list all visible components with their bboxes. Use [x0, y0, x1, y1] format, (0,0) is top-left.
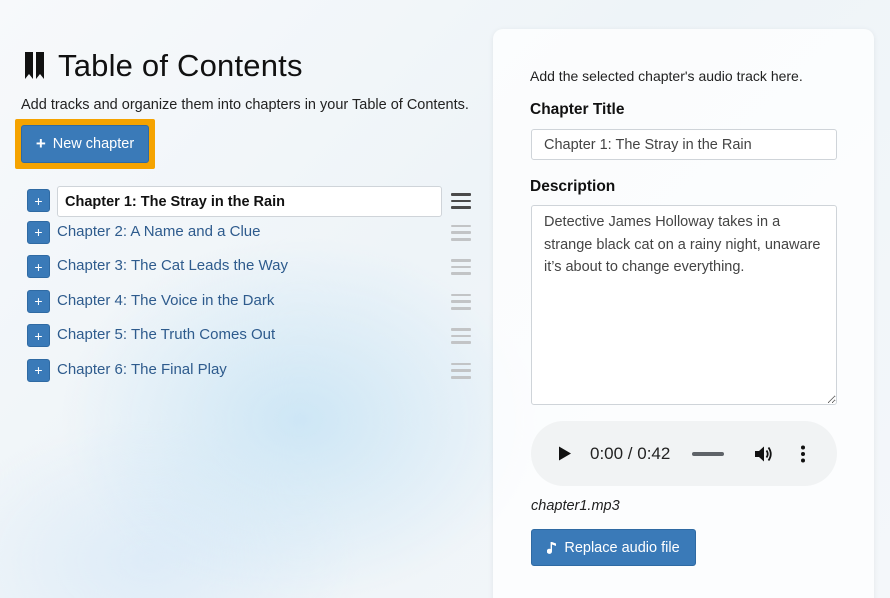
replace-audio-button[interactable]: Replace audio file: [531, 529, 696, 566]
chapter-row: + Chapter 2: A Name and a Clue: [27, 220, 477, 256]
chapter-detail-panel: Add the selected chapter's audio track h…: [493, 29, 874, 598]
chapter-link[interactable]: Chapter 2: A Name and a Clue: [57, 223, 260, 240]
drag-handle-icon[interactable]: [451, 259, 471, 275]
drag-handle-icon[interactable]: [451, 293, 471, 310]
drag-handle-icon[interactable]: [451, 224, 471, 241]
description-field[interactable]: Detective James Holloway takes in a stra…: [531, 205, 837, 405]
chapter-row: + Chapter 5: The Truth Comes Out: [27, 324, 477, 359]
audio-player: 0:00 / 0:42: [531, 421, 837, 486]
new-chapter-button[interactable]: + New chapter: [21, 125, 149, 163]
chapter-title-label: Chapter Title: [530, 101, 625, 118]
chapter-row: + Chapter 4: The Voice in the Dark: [27, 289, 477, 325]
panel-intro: Add the selected chapter's audio track h…: [530, 68, 803, 84]
audio-file-name: chapter1.mp3: [531, 498, 620, 514]
chapter-row: + Chapter 6: The Final Play: [27, 358, 477, 394]
add-track-button[interactable]: +: [27, 358, 50, 382]
new-chapter-label: New chapter: [52, 136, 135, 152]
chapter-link[interactable]: Chapter 3: The Cat Leads the Way: [57, 257, 288, 274]
chapter-row: + Chapter 3: The Cat Leads the Way: [27, 255, 477, 290]
add-track-button[interactable]: +: [27, 220, 50, 244]
add-track-button[interactable]: +: [27, 324, 50, 347]
new-chapter-highlight: + New chapter: [15, 119, 155, 169]
bookmark-icon: [25, 52, 44, 79]
toc-header: Table of Contents: [24, 48, 303, 84]
add-track-button[interactable]: +: [27, 289, 50, 313]
description-label: Description: [530, 178, 616, 195]
chapter-link[interactable]: Chapter 6: The Final Play: [57, 361, 227, 378]
chapter-title-input[interactable]: [57, 186, 442, 217]
audio-time: 0:00 / 0:42: [590, 444, 671, 463]
replace-audio-label: Replace audio file: [564, 539, 680, 556]
chapter-link[interactable]: Chapter 5: The Truth Comes Out: [57, 326, 275, 343]
drag-handle-icon[interactable]: [451, 362, 471, 379]
music-note-icon: [547, 541, 557, 554]
page-subtitle: Add tracks and organize them into chapte…: [21, 97, 469, 113]
volume-icon[interactable]: [754, 444, 774, 464]
page-title: Table of Contents: [58, 48, 303, 83]
add-track-button[interactable]: +: [27, 255, 50, 278]
play-icon[interactable]: [558, 446, 572, 461]
more-options-icon[interactable]: [800, 445, 806, 463]
chapter-link[interactable]: Chapter 4: The Voice in the Dark: [57, 292, 274, 309]
plus-icon: +: [35, 133, 46, 153]
chapter-title-field[interactable]: [531, 129, 837, 160]
drag-handle-icon[interactable]: [451, 193, 471, 209]
chapter-list: + + Chapter 2: A Name and a Clue + Chapt…: [27, 186, 477, 393]
chapter-row: +: [27, 186, 477, 221]
audio-progress-slider[interactable]: [692, 452, 724, 456]
add-track-button[interactable]: +: [27, 189, 50, 212]
drag-handle-icon[interactable]: [451, 328, 471, 344]
